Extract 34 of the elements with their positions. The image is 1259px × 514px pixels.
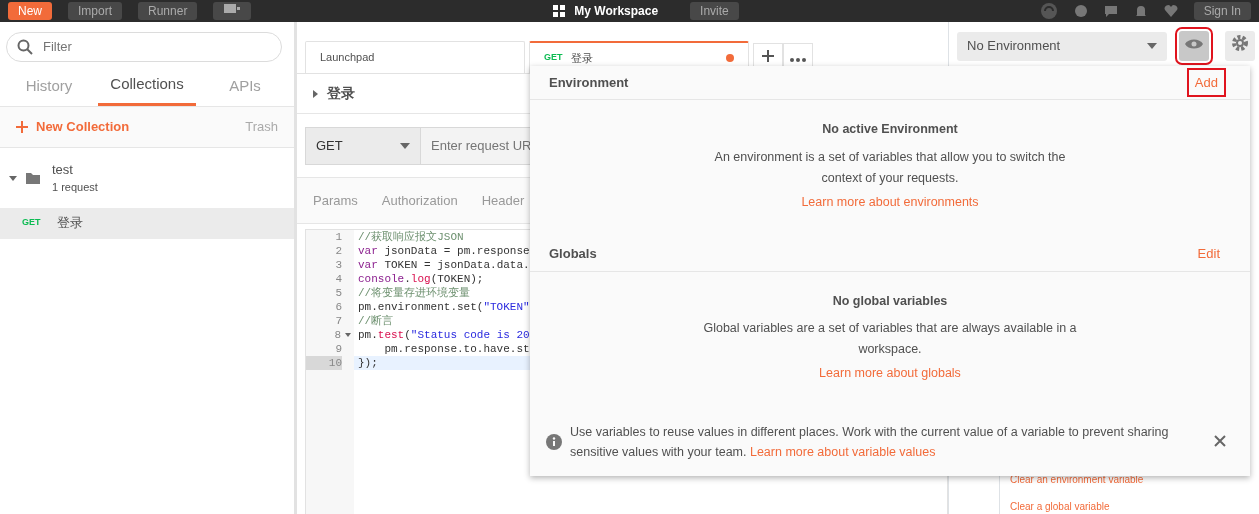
code-line: console.log(TOKEN); bbox=[357, 272, 485, 286]
empty-description: An environment is a set of variables that allow you to switch the context of your requests. bbox=[713, 148, 1067, 187]
tab-label: 登录 bbox=[570, 50, 593, 66]
code-line: pm.response.to.have.st bbox=[383, 342, 531, 356]
empty-title: No active Environment bbox=[822, 121, 958, 138]
line-number: 8 bbox=[306, 328, 351, 342]
line-number: 6 bbox=[334, 300, 342, 314]
collection-name: test bbox=[52, 160, 74, 179]
line-number: 1 bbox=[334, 230, 342, 244]
section-title: Environment bbox=[549, 73, 629, 92]
info-text: Use variables to reuse values in different places. Work with the current value of a variable to prevent sharing sensitive values with your team. Learn more about variable values bbox=[570, 424, 1170, 461]
line-number: 7 bbox=[334, 314, 342, 328]
code-line: //获取响应报文JSON bbox=[357, 230, 465, 244]
line-number: 5 bbox=[334, 286, 342, 300]
code-line: //将变量存进环境变量 bbox=[357, 286, 472, 300]
line-number: 10 bbox=[306, 356, 342, 370]
line-number: 4 bbox=[334, 272, 342, 286]
tab-label: Launchpad bbox=[320, 50, 375, 66]
section-title: Globals bbox=[549, 245, 597, 264]
code-line: //断言 bbox=[357, 314, 395, 328]
code-line: pm.environment.set("TOKEN" bbox=[357, 300, 531, 314]
request-name: 登录 bbox=[56, 214, 83, 233]
request-count: 1 request bbox=[52, 180, 98, 195]
request-title: 登录 bbox=[327, 84, 355, 103]
code-line: pm.test("Status code is 20 bbox=[357, 328, 531, 342]
method-label: GET bbox=[544, 51, 563, 65]
line-number: 9 bbox=[334, 342, 342, 356]
line-number: 2 bbox=[334, 244, 342, 258]
code-line: var jsonData = pm.response bbox=[357, 244, 531, 258]
code-line: var TOKEN = jsonData.data. bbox=[357, 258, 531, 272]
line-number: 3 bbox=[334, 258, 342, 272]
method-label: GET bbox=[22, 216, 41, 230]
empty-description: Global variables are a set of variables that are always available in a workspace. bbox=[702, 320, 1078, 359]
empty-title: No global variables bbox=[832, 292, 948, 310]
